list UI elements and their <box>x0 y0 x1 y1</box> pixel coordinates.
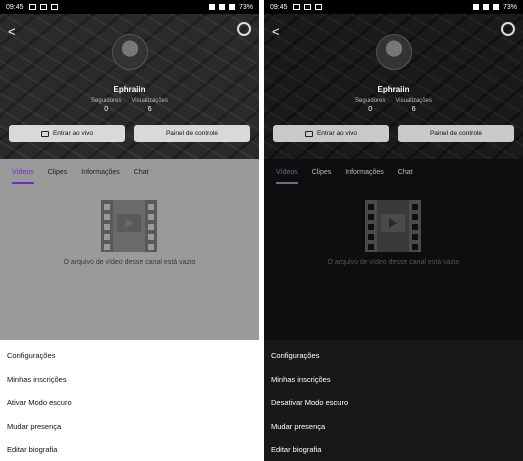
wifi-icon <box>218 4 225 10</box>
signal-icon <box>228 4 235 10</box>
dark-mode-screen: 09:45 73% < Ephraiin Seguidores 0 Visual… <box>264 0 523 461</box>
channel-stats: Seguidores 0 Visualizações 6 <box>264 98 523 113</box>
channel-name: Ephraiin <box>377 85 410 94</box>
views-value: 6 <box>411 106 416 113</box>
alarm-icon <box>208 4 215 10</box>
alarm-icon <box>472 4 479 10</box>
menu-item-edit-bio[interactable]: Editar biografia <box>264 438 523 461</box>
tab-info[interactable]: Informações <box>81 169 120 176</box>
followers-label: Seguidores <box>355 98 386 104</box>
avatar <box>112 34 148 70</box>
tab-clips[interactable]: Clipes <box>312 169 331 176</box>
laptop-icon <box>314 4 322 10</box>
go-live-button[interactable]: Entrar ao vivo <box>9 125 125 142</box>
channel-header: < Ephraiin Seguidores 0 Visualizações 6 … <box>0 14 259 159</box>
followers-stat: Seguidores 0 <box>91 98 121 113</box>
status-bar: 09:45 73% <box>264 0 523 14</box>
views-label: Visualizações <box>131 98 168 104</box>
dashboard-button[interactable]: Painel de controle <box>398 125 514 142</box>
menu-item-settings[interactable]: Configurações <box>0 344 259 368</box>
options-menu: Configurações Minhas inscrições Desativa… <box>264 340 523 461</box>
tab-videos[interactable]: Vídeos <box>276 169 298 184</box>
views-value: 6 <box>147 106 152 113</box>
go-live-button[interactable]: Entrar ao vivo <box>273 125 389 142</box>
menu-item-subscriptions[interactable]: Minhas inscrições <box>264 368 523 392</box>
empty-state: O arquivo de vídeo desse canal está vazi… <box>264 186 523 340</box>
status-time: 09:45 <box>6 3 24 11</box>
screen-icon <box>303 4 311 10</box>
back-arrow-icon[interactable]: < <box>272 24 280 39</box>
views-stat: Visualizações 6 <box>395 98 432 113</box>
battery-level: 73% <box>502 3 517 11</box>
followers-label: Seguidores <box>91 98 122 104</box>
menu-item-settings[interactable]: Configurações <box>264 344 523 368</box>
views-label: Visualizações <box>395 98 432 104</box>
laptop-icon <box>50 4 58 10</box>
camera-icon <box>304 130 313 137</box>
tab-clips[interactable]: Clipes <box>48 169 67 176</box>
tab-videos[interactable]: Vídeos <box>12 169 34 184</box>
menu-item-presence[interactable]: Mudar presença <box>0 415 259 439</box>
screenshot-comparison: 09:45 73% < Ephraiin Seguidores 0 Visual… <box>0 0 523 461</box>
gear-icon[interactable] <box>501 22 515 36</box>
camera-icon <box>40 130 49 137</box>
photo-icon <box>292 4 300 10</box>
battery-level: 73% <box>238 3 253 11</box>
status-time: 09:45 <box>270 3 288 11</box>
channel-stats: Seguidores 0 Visualizações 6 <box>0 98 259 113</box>
avatar <box>376 34 412 70</box>
channel-tabs: Vídeos Clipes Informações Chat <box>264 159 523 186</box>
light-mode-screen: 09:45 73% < Ephraiin Seguidores 0 Visual… <box>0 0 259 461</box>
dashboard-button[interactable]: Painel de controle <box>134 125 250 142</box>
empty-state: O arquivo de vídeo desse canal está vazi… <box>0 186 259 340</box>
empty-message: O arquivo de vídeo desse canal está vazi… <box>63 259 196 266</box>
empty-message: O arquivo de vídeo desse canal está vazi… <box>327 259 460 266</box>
screen-icon <box>39 4 47 10</box>
followers-value: 0 <box>368 106 373 113</box>
back-arrow-icon[interactable]: < <box>8 24 16 39</box>
video-film-icon <box>365 200 421 252</box>
menu-item-dark-mode[interactable]: Desativar Modo escuro <box>264 391 523 415</box>
options-menu: Configurações Minhas inscrições Ativar M… <box>0 340 259 461</box>
followers-stat: Seguidores 0 <box>355 98 385 113</box>
channel-name: Ephraiin <box>113 85 146 94</box>
photo-icon <box>28 4 36 10</box>
tab-info[interactable]: Informações <box>345 169 384 176</box>
tab-chat[interactable]: Chat <box>134 169 149 176</box>
gear-icon[interactable] <box>237 22 251 36</box>
signal-icon <box>492 4 499 10</box>
menu-item-presence[interactable]: Mudar presença <box>264 415 523 439</box>
views-stat: Visualizações 6 <box>131 98 168 113</box>
menu-item-dark-mode[interactable]: Ativar Modo escuro <box>0 391 259 415</box>
status-bar: 09:45 73% <box>0 0 259 14</box>
followers-value: 0 <box>104 106 109 113</box>
video-film-icon <box>101 200 157 252</box>
menu-item-edit-bio[interactable]: Editar biografia <box>0 438 259 461</box>
tab-chat[interactable]: Chat <box>398 169 413 176</box>
wifi-icon <box>482 4 489 10</box>
menu-item-subscriptions[interactable]: Minhas inscrições <box>0 368 259 392</box>
channel-header: < Ephraiin Seguidores 0 Visualizações 6 … <box>264 14 523 159</box>
channel-tabs: Vídeos Clipes Informações Chat <box>0 159 259 186</box>
